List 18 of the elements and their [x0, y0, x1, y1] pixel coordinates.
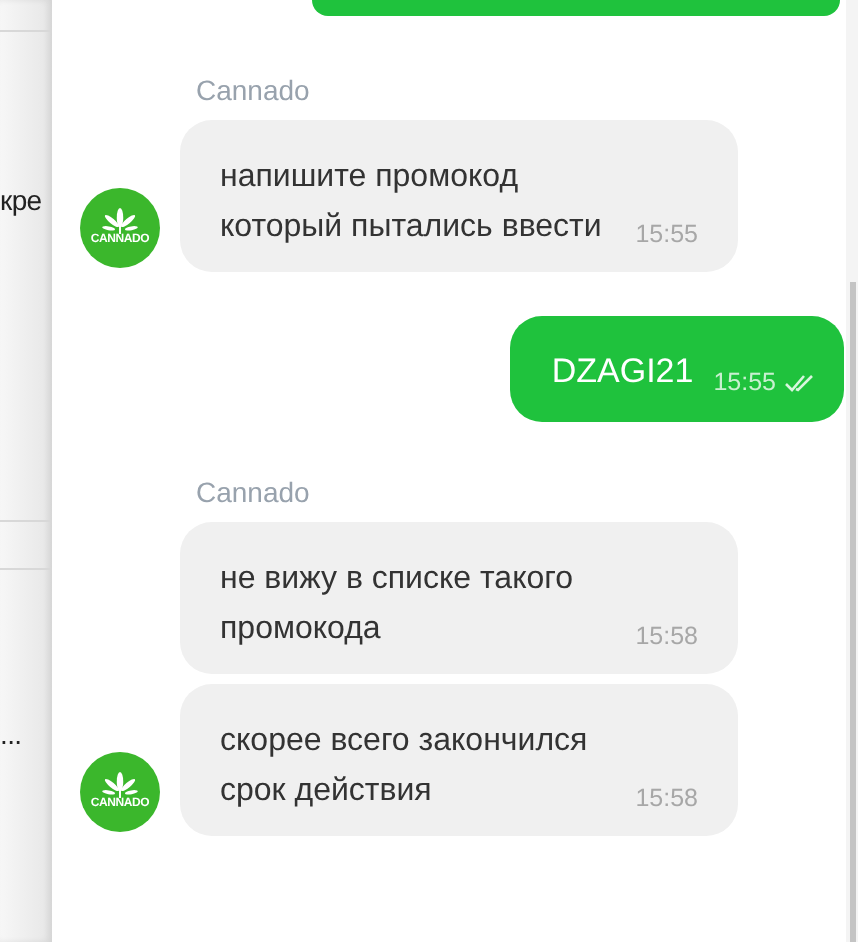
message-text: промокода — [220, 612, 381, 646]
message-text: DZAGI21 — [551, 352, 694, 390]
sender-name: Cannado — [194, 74, 312, 108]
leaf-icon — [100, 208, 140, 234]
message-time: 15:58 — [635, 622, 698, 650]
chat-preview-text[interactable]: ... — [0, 718, 52, 752]
message-time: 15:58 — [635, 784, 698, 812]
message-text: напишите промокод — [220, 160, 519, 194]
message-time: 15:55 — [713, 366, 776, 398]
message-time: 15:55 — [635, 220, 698, 248]
message-text: срок действия — [220, 774, 432, 808]
message-text: который пытались ввести — [220, 210, 602, 244]
leaf-icon — [100, 772, 140, 798]
message-text: не вижу в списке такого — [220, 562, 574, 596]
chat-preview-text[interactable]: кре — [0, 184, 52, 218]
message-text: скорее всего закончился — [220, 724, 588, 758]
scrollbar-thumb[interactable] — [850, 282, 856, 942]
sender-name: Cannado — [194, 476, 312, 510]
